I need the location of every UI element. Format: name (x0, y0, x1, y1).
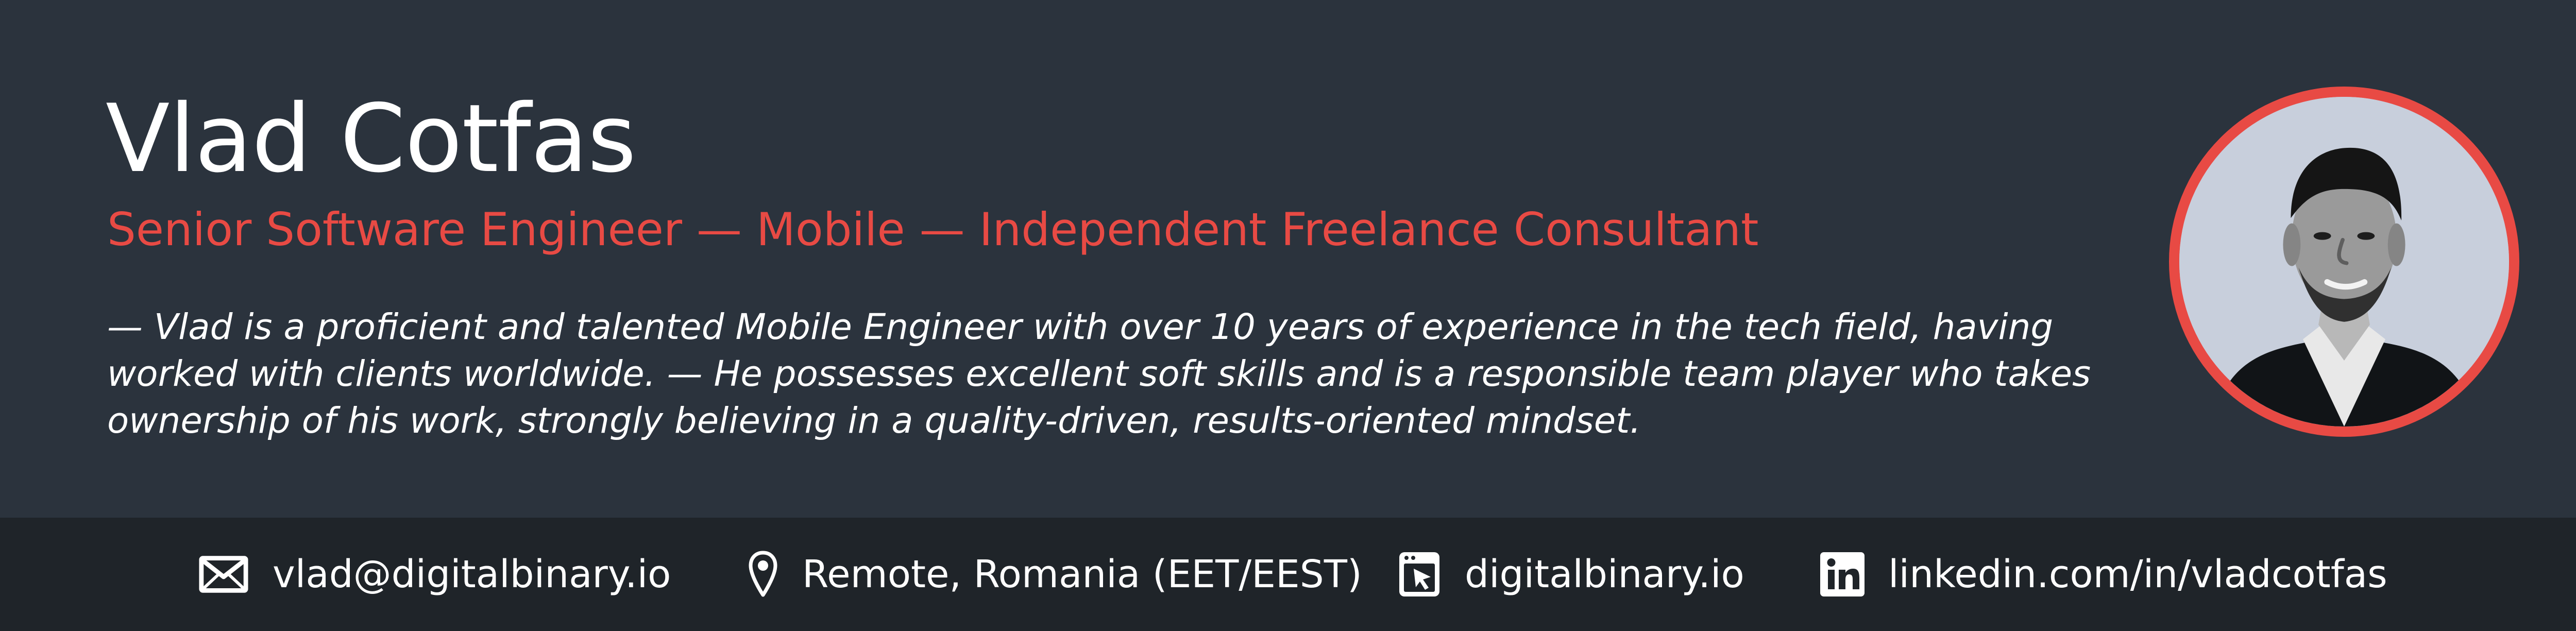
location-text: Remote, Romania (EET/EEST) (802, 552, 1362, 596)
bio-line: ownership of his work, strongly believin… (107, 400, 1641, 441)
location-pin-icon (749, 551, 777, 597)
browser-cursor-icon (1399, 552, 1439, 596)
bio-line: worked with clients worldwide. — He poss… (107, 353, 2091, 395)
profile-hero: Vlad Cotfas Senior Software Engineer — M… (0, 0, 2576, 518)
mail-icon (199, 556, 248, 593)
email-link[interactable]: vlad@digitalbinary.io (198, 518, 671, 631)
linkedin-text: linkedin.com/in/vladcotfas (1888, 552, 2387, 596)
profile-subtitle: Senior Software Engineer — Mobile — Inde… (107, 203, 1759, 256)
linkedin-icon (1820, 552, 1865, 596)
linkedin-link[interactable]: linkedin.com/in/vladcotfas (1820, 518, 2387, 631)
profile-photo (2169, 87, 2519, 437)
profile-photo-illustration (2179, 97, 2509, 427)
email-text: vlad@digitalbinary.io (273, 552, 671, 596)
website-link[interactable]: digitalbinary.io (1398, 518, 1744, 631)
bio-line: — Vlad is a proficient and talented Mobi… (107, 306, 2054, 348)
profile-bio: — Vlad is a proficient and talented Mobi… (107, 304, 2091, 445)
profile-name: Vlad Cotfas (106, 84, 636, 193)
profile-header: Vlad Cotfas Senior Software Engineer — M… (0, 0, 2576, 631)
website-text: digitalbinary.io (1465, 552, 1744, 596)
location-link[interactable]: Remote, Romania (EET/EEST) (748, 518, 1362, 631)
contact-bar: vlad@digitalbinary.io Remote, Romania (E… (0, 518, 2576, 631)
